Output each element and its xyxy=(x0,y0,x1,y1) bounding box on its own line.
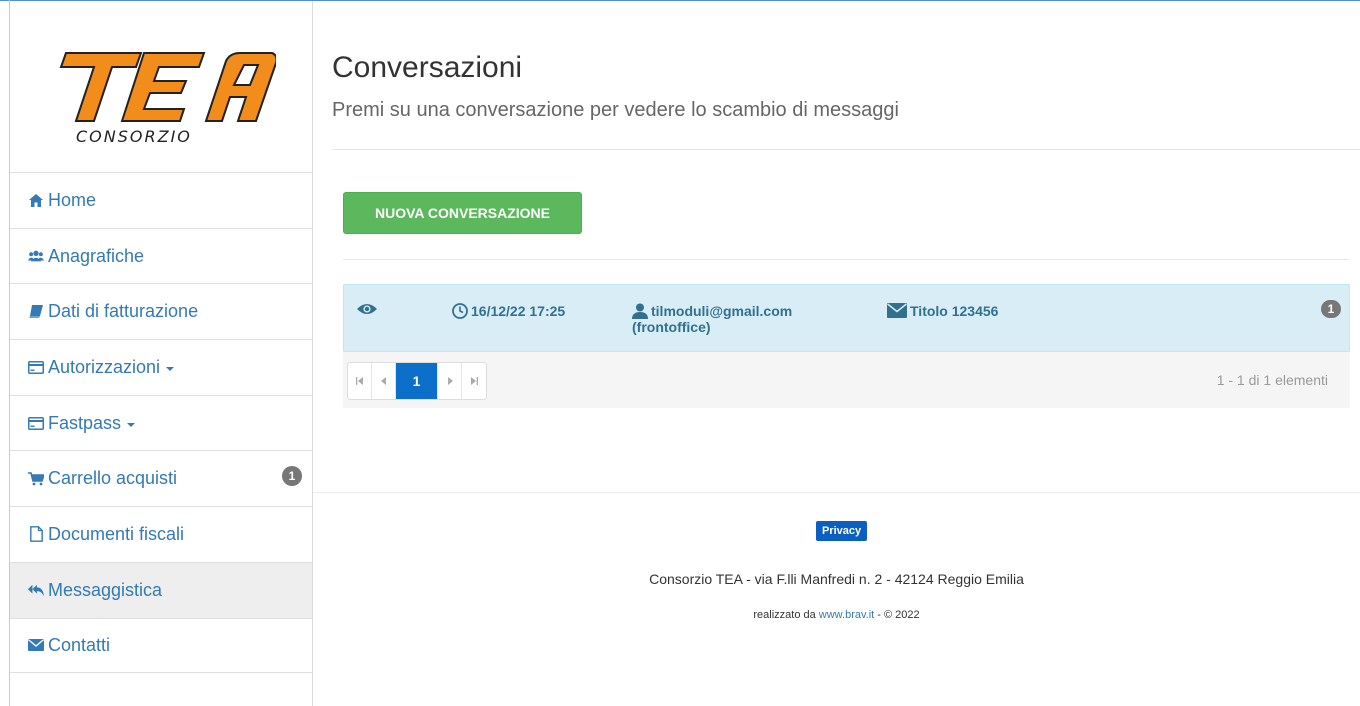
conversation-date-cell: 16/12/22 17:25 xyxy=(452,303,565,322)
first-page-button[interactable] xyxy=(348,363,372,399)
footer-credit-suffix: - © 2022 xyxy=(874,609,920,621)
conversation-subject: Titolo 123456 xyxy=(910,303,999,319)
last-page-button[interactable] xyxy=(462,363,486,399)
divider xyxy=(343,259,1349,260)
page-subtitle: Premi su una conversazione per vedere lo… xyxy=(332,99,899,121)
envelope-icon xyxy=(887,303,910,321)
footer-credit-prefix: realizzato da xyxy=(753,609,819,621)
clock-icon xyxy=(452,303,471,322)
conversation-user-cell: tilmoduli@gmail.com (frontoffice) xyxy=(632,303,792,335)
sidebar-item-documenti-fiscali[interactable]: Documenti fiscali xyxy=(10,506,312,562)
last-page-icon xyxy=(471,377,478,385)
conversation-user-role: (frontoffice) xyxy=(632,319,711,335)
sidebar-item-carrello[interactable]: Carrello acquisti 1 xyxy=(10,450,312,506)
footer-address: Consorzio TEA - via F.lli Manfredi n. 2 … xyxy=(649,571,1024,587)
sidebar: CONSORZIO Home Anagrafiche Dati di fattu… xyxy=(10,1,313,706)
sidebar-nav: Home Anagrafiche Dati di fatturazione Au… xyxy=(10,172,312,674)
tea-logo: CONSORZIO xyxy=(46,47,276,151)
envelope-icon xyxy=(28,637,44,653)
sidebar-item-label: Fastpass xyxy=(48,412,122,433)
credit-card-icon xyxy=(28,359,44,375)
main-content: Conversazioni Premi su una conversazione… xyxy=(313,1,1360,706)
credit-card-icon xyxy=(28,415,44,431)
logo-subtitle: CONSORZIO xyxy=(76,127,192,146)
privacy-link[interactable]: Privacy xyxy=(816,521,868,541)
conversation-user-email: tilmoduli@gmail.com xyxy=(651,303,793,319)
conversation-subject-cell: Titolo 123456 xyxy=(887,303,998,321)
page-title: Conversazioni xyxy=(332,51,523,84)
new-conversation-button[interactable]: NUOVA CONVERSAZIONE xyxy=(343,192,582,234)
sidebar-item-label: Messaggistica xyxy=(48,579,163,600)
sidebar-item-contatti[interactable]: Contatti xyxy=(10,617,312,674)
sidebar-item-home[interactable]: Home xyxy=(10,172,312,228)
page-button-current[interactable]: 1 xyxy=(396,363,438,399)
first-page-icon xyxy=(355,377,363,385)
brav-link[interactable]: www.brav.it xyxy=(819,609,874,621)
next-page-button[interactable] xyxy=(438,363,462,399)
pagination: 1 xyxy=(347,362,487,400)
sidebar-item-messaggistica[interactable]: Messaggistica xyxy=(10,561,312,618)
book-icon xyxy=(28,304,44,320)
sidebar-item-autorizzazioni[interactable]: Autorizzazioni xyxy=(10,339,312,395)
reply-all-icon xyxy=(28,582,44,598)
logo[interactable]: CONSORZIO xyxy=(10,1,312,172)
conversation-date: 16/12/22 17:25 xyxy=(471,303,566,319)
chevron-down-icon xyxy=(166,366,175,371)
next-page-icon xyxy=(447,377,453,385)
sidebar-item-fastpass[interactable]: Fastpass xyxy=(10,394,312,451)
sidebar-item-label: Carrello acquisti xyxy=(48,468,178,489)
home-icon xyxy=(28,192,44,208)
file-icon xyxy=(28,526,44,543)
cart-count-badge: 1 xyxy=(282,466,302,487)
sidebar-item-label: Autorizzazioni xyxy=(48,356,161,377)
users-icon xyxy=(28,248,44,264)
chevron-down-icon xyxy=(127,422,136,427)
conversations-grid: 16/12/22 17:25 tilmoduli@gmail.com (fron… xyxy=(343,284,1350,408)
footer-credit: realizzato da www.brav.it - © 2022 xyxy=(313,609,1360,621)
footer-divider xyxy=(313,492,1360,493)
tea-logo-mark xyxy=(59,52,276,122)
cart-icon xyxy=(28,471,44,487)
sidebar-item-label: Home xyxy=(48,189,97,210)
previous-page-icon xyxy=(380,377,386,385)
pagination-info: 1 - 1 di 1 elementi xyxy=(1216,372,1328,388)
previous-page-button[interactable] xyxy=(372,363,396,399)
conversation-row[interactable]: 16/12/22 17:25 tilmoduli@gmail.com (fron… xyxy=(343,284,1350,352)
unread-count-badge: 1 xyxy=(1321,300,1341,318)
sidebar-item-dati-fatturazione[interactable]: Dati di fatturazione xyxy=(10,283,312,339)
sidebar-item-label: Documenti fiscali xyxy=(48,523,185,544)
sidebar-item-label: Anagrafiche xyxy=(48,245,145,266)
sidebar-item-anagrafiche[interactable]: Anagrafiche xyxy=(10,227,312,284)
sidebar-item-label: Dati di fatturazione xyxy=(48,301,199,322)
divider xyxy=(332,149,1360,150)
sidebar-item-label: Contatti xyxy=(48,634,111,655)
eye-icon[interactable] xyxy=(357,302,380,316)
